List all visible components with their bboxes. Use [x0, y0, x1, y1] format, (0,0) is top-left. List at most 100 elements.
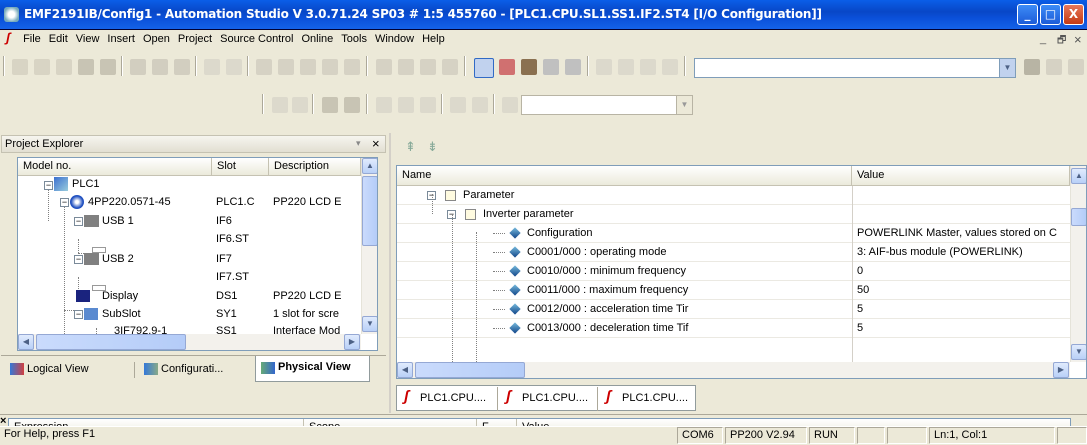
- tree-row-label[interactable]: USB 2: [102, 250, 134, 269]
- mdi-close-button[interactable]: ×: [1074, 32, 1082, 47]
- prev-bookmark-icon[interactable]: [420, 97, 436, 113]
- scroll-down-icon[interactable]: ▼: [1071, 344, 1086, 360]
- hardware-tree[interactable]: Model no. Slot Description − PLC1 − 4PP2…: [17, 157, 378, 351]
- redo-icon[interactable]: [226, 59, 242, 75]
- tab-logical-view[interactable]: Logical View: [5, 358, 133, 382]
- step-out-icon[interactable]: [662, 59, 678, 75]
- save-all-icon[interactable]: [100, 59, 116, 75]
- layout-icon[interactable]: [450, 97, 466, 113]
- menu-online[interactable]: Online: [297, 30, 337, 48]
- pin-icon[interactable]: ▾: [356, 138, 361, 149]
- tab-configuration-view[interactable]: Configurati...: [139, 358, 254, 382]
- scroll-thumb[interactable]: [36, 334, 186, 350]
- menu-view[interactable]: View: [72, 30, 104, 48]
- indent-icon[interactable]: [272, 97, 288, 113]
- move-down-icon[interactable]: ⇟: [427, 139, 438, 155]
- undo-icon[interactable]: [204, 59, 220, 75]
- collapse-cpu[interactable]: −: [60, 198, 69, 207]
- open-file-icon[interactable]: [56, 59, 72, 75]
- scroll-left-icon[interactable]: ◀: [397, 362, 413, 378]
- param-name[interactable]: Inverter parameter: [483, 205, 573, 224]
- tool-icon[interactable]: [442, 59, 458, 75]
- maximize-button[interactable]: □: [1040, 4, 1061, 25]
- cut-icon[interactable]: [130, 59, 146, 75]
- param-value[interactable]: 5: [857, 319, 1069, 338]
- menu-file[interactable]: File: [19, 30, 45, 48]
- doc-tab-3-active[interactable]: ʃ PLC1.CPU....: [600, 387, 694, 411]
- paste-icon[interactable]: [174, 59, 190, 75]
- scroll-up-icon[interactable]: ▲: [362, 158, 377, 174]
- collapse-usb2[interactable]: −: [74, 255, 83, 264]
- mdi-minimize-button[interactable]: _: [1040, 33, 1046, 45]
- param-value[interactable]: [857, 186, 1069, 205]
- open-project-icon[interactable]: [34, 59, 50, 75]
- scroll-thumb[interactable]: [1071, 208, 1086, 226]
- chevron-down-icon[interactable]: ▼: [676, 96, 692, 114]
- step-over-icon[interactable]: [640, 59, 656, 75]
- menu-help[interactable]: Help: [418, 30, 449, 48]
- scroll-right-icon[interactable]: ▶: [344, 334, 360, 350]
- transfer-icon[interactable]: [420, 59, 436, 75]
- menu-edit[interactable]: Edit: [45, 30, 72, 48]
- doc-tab-2[interactable]: ʃ PLC1.CPU....: [500, 387, 598, 411]
- param-name[interactable]: C0010/000 : minimum frequency: [527, 262, 686, 281]
- scroll-down-icon[interactable]: ▼: [362, 316, 377, 332]
- find-replace-icon[interactable]: [278, 59, 294, 75]
- column-model[interactable]: Model no.: [18, 158, 212, 176]
- tree-row-label[interactable]: 3IF792.9-1: [114, 324, 167, 334]
- bookmark-icon[interactable]: [376, 97, 392, 113]
- close-button[interactable]: X: [1063, 4, 1084, 25]
- logger-icon[interactable]: [565, 59, 581, 75]
- filter-icon[interactable]: [502, 97, 518, 113]
- chevron-down-icon[interactable]: ▼: [999, 59, 1015, 77]
- delete-icon[interactable]: [256, 59, 272, 75]
- scroll-up-icon[interactable]: ▲: [1071, 168, 1086, 184]
- param-name[interactable]: C0012/000 : acceleration time Tir: [527, 300, 688, 319]
- column-description[interactable]: Description: [269, 158, 361, 176]
- online-icon[interactable]: [499, 59, 515, 75]
- io-config-grid[interactable]: Name Value − Parameter − Inverter parameter…: [396, 165, 1087, 379]
- scroll-right-icon[interactable]: ▶: [1053, 362, 1069, 378]
- title-bar[interactable]: EMF2191IB/Config1 - Automation Studio V …: [0, 0, 1087, 30]
- search-combo[interactable]: ▼: [694, 58, 1016, 78]
- grid-hscrollbar[interactable]: ◀ ▶: [397, 362, 1070, 378]
- rebuild-icon[interactable]: [398, 59, 414, 75]
- save-icon[interactable]: [78, 59, 94, 75]
- mdi-restore-button[interactable]: 🗗: [1057, 33, 1066, 50]
- tree-row-label[interactable]: USB 1: [102, 212, 134, 231]
- trace-icon[interactable]: [543, 59, 559, 75]
- monitor-icon[interactable]: [474, 58, 494, 78]
- move-up-icon[interactable]: ⇞: [405, 139, 416, 155]
- tree-vscrollbar[interactable]: ▲ ▼: [361, 158, 377, 334]
- tab-physical-view[interactable]: Physical View: [255, 356, 370, 382]
- tree-row-label[interactable]: SubSlot: [102, 305, 141, 324]
- menu-source-control[interactable]: Source Control: [216, 30, 297, 48]
- binoculars-icon[interactable]: [1024, 59, 1040, 75]
- param-name[interactable]: Parameter: [463, 186, 514, 205]
- menu-window[interactable]: Window: [371, 30, 418, 48]
- param-name[interactable]: C0001/000 : operating mode: [527, 243, 666, 262]
- column-slot[interactable]: Slot: [212, 158, 269, 176]
- properties-icon[interactable]: [322, 59, 338, 75]
- outdent-icon[interactable]: [292, 97, 308, 113]
- menu-insert[interactable]: Insert: [103, 30, 139, 48]
- scroll-thumb[interactable]: [415, 362, 525, 378]
- param-name[interactable]: C0011/000 : maximum frequency: [527, 281, 688, 300]
- step-icon[interactable]: [618, 59, 634, 75]
- app-menu-icon[interactable]: ʃ: [6, 30, 16, 45]
- comment-icon[interactable]: [322, 97, 338, 113]
- new-project-icon[interactable]: [12, 59, 28, 75]
- tree-row-label[interactable]: PLC1: [72, 175, 100, 194]
- param-name[interactable]: C0013/000 : deceleration time Tif: [527, 319, 688, 338]
- filter-combo[interactable]: ▼: [521, 95, 693, 115]
- uncomment-icon[interactable]: [344, 97, 360, 113]
- next-bookmark-icon[interactable]: [398, 97, 414, 113]
- breakpoint-icon[interactable]: [596, 59, 612, 75]
- find-prev-icon[interactable]: [1068, 59, 1084, 75]
- collapse-subslot[interactable]: −: [74, 310, 83, 319]
- build-icon[interactable]: [376, 59, 392, 75]
- collapse-plc1[interactable]: −: [44, 181, 53, 190]
- watch-icon[interactable]: [521, 59, 537, 75]
- doc-tab-1[interactable]: ʃ PLC1.CPU....: [398, 387, 498, 411]
- minimize-button[interactable]: _: [1017, 4, 1038, 25]
